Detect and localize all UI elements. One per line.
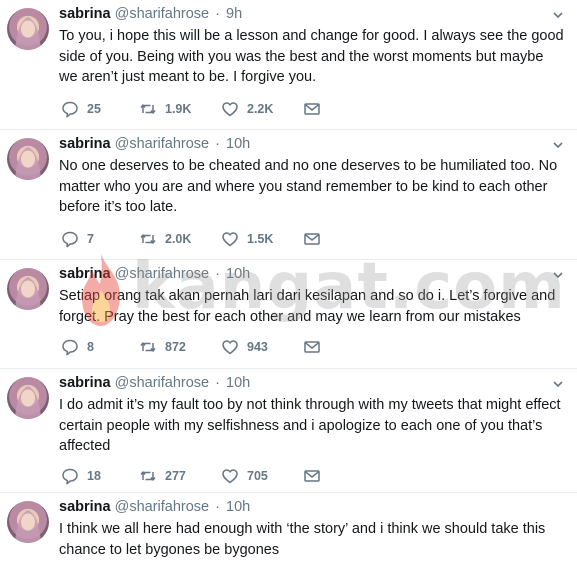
tweet-header: sabrina @sharifahrose · 9h [59, 6, 242, 22]
like-button[interactable]: 2.2K [221, 99, 273, 119]
user-handle[interactable]: @sharifahrose [115, 6, 210, 22]
reply-count: 25 [87, 102, 101, 116]
like-button[interactable]: 943 [221, 337, 268, 357]
tweet-text: I do admit it’s my fault too by not thin… [59, 397, 561, 454]
tweet-actions: 25 1.9K 2.2K [59, 99, 379, 119]
avatar[interactable] [7, 8, 49, 50]
display-name[interactable]: sabrina [59, 499, 111, 515]
chevron-down-icon[interactable] [553, 379, 563, 389]
like-count: 705 [247, 469, 268, 483]
reply-button[interactable]: 8 [61, 337, 94, 357]
like-count: 1.5K [247, 232, 274, 246]
chevron-down-icon[interactable] [553, 140, 563, 150]
heart-icon [222, 469, 238, 484]
heart-icon [222, 232, 238, 247]
tweet[interactable]: sabrina @sharifahrose · 10h I think we al… [0, 493, 577, 563]
tweet[interactable]: sabrina @sharifahrose · 10h Setiap orang … [0, 260, 577, 369]
timestamp[interactable]: 10h [226, 136, 250, 152]
display-name[interactable]: sabrina [59, 375, 111, 391]
avatar[interactable] [7, 268, 49, 310]
tweet-text: No one deserves to be cheated and no one… [59, 158, 558, 215]
user-handle[interactable]: @sharifahrose [115, 499, 210, 515]
retweet-count: 277 [165, 469, 186, 483]
chevron-down-icon[interactable] [553, 10, 563, 20]
timestamp[interactable]: 10h [226, 499, 250, 515]
tweet-actions: 7 2.0K 1.5K [59, 229, 379, 249]
timestamp[interactable]: 9h [226, 6, 242, 22]
tweet-actions: 18 277 705 [59, 466, 379, 486]
tweet-header: sabrina @sharifahrose · 10h [59, 136, 250, 152]
tweet-actions: 8 872 943 [59, 337, 379, 357]
separator: · [215, 499, 220, 515]
envelope-icon[interactable] [303, 467, 321, 485]
envelope-icon[interactable] [303, 230, 321, 248]
reply-icon [62, 101, 78, 118]
retweet-icon [140, 471, 156, 481]
heart-icon [222, 340, 238, 355]
tweet[interactable]: sabrina @sharifahrose · 10h I do admit it… [0, 369, 577, 493]
tweet-text: Setiap orang tak akan pernah lari dari k… [59, 288, 556, 325]
reply-button[interactable]: 25 [61, 99, 101, 119]
like-button[interactable]: 1.5K [221, 229, 273, 249]
envelope-icon[interactable] [303, 100, 321, 118]
tweet-feed: sabrina @sharifahrose · 9h To you, i hope… [0, 0, 577, 563]
tweet-text: To you, i hope this will be a lesson and… [59, 28, 564, 85]
user-handle[interactable]: @sharifahrose [115, 136, 210, 152]
tweet[interactable]: sabrina @sharifahrose · 10h No one deserv… [0, 130, 577, 260]
reply-count: 7 [87, 232, 94, 246]
separator: · [215, 375, 220, 391]
retweet-count: 872 [165, 340, 186, 354]
retweet-button[interactable]: 2.0K [139, 229, 191, 249]
separator: · [215, 136, 220, 152]
tweet[interactable]: sabrina @sharifahrose · 9h To you, i hope… [0, 0, 577, 130]
reply-button[interactable]: 7 [61, 229, 94, 249]
retweet-icon [140, 342, 156, 352]
retweet-button[interactable]: 1.9K [139, 99, 191, 119]
retweet-button[interactable]: 872 [139, 337, 186, 357]
tweet-header: sabrina @sharifahrose · 10h [59, 266, 250, 282]
display-name[interactable]: sabrina [59, 6, 111, 22]
reply-icon [62, 339, 78, 356]
like-count: 2.2K [247, 102, 274, 116]
user-handle[interactable]: @sharifahrose [115, 266, 210, 282]
retweet-button[interactable]: 277 [139, 466, 186, 486]
user-handle[interactable]: @sharifahrose [115, 375, 210, 391]
separator: · [215, 6, 220, 22]
reply-icon [62, 231, 78, 248]
retweet-icon [140, 234, 156, 244]
reply-button[interactable]: 18 [61, 466, 101, 486]
tweet-header: sabrina @sharifahrose · 10h [59, 375, 250, 391]
reply-count: 8 [87, 340, 94, 354]
timestamp[interactable]: 10h [226, 375, 250, 391]
like-button[interactable]: 705 [221, 466, 268, 486]
display-name[interactable]: sabrina [59, 266, 111, 282]
retweet-icon [140, 104, 156, 114]
tweet-header: sabrina @sharifahrose · 10h [59, 499, 250, 515]
envelope-icon[interactable] [303, 338, 321, 356]
like-count: 943 [247, 340, 268, 354]
heart-icon [222, 102, 238, 117]
tweet-text: I think we all here had enough with ‘the… [59, 521, 546, 558]
retweet-count: 1.9K [165, 102, 192, 116]
display-name[interactable]: sabrina [59, 136, 111, 152]
avatar[interactable] [7, 501, 49, 543]
avatar[interactable] [7, 377, 49, 419]
separator: · [215, 266, 220, 282]
reply-icon [62, 468, 78, 485]
timestamp[interactable]: 10h [226, 266, 250, 282]
reply-count: 18 [87, 469, 101, 483]
avatar[interactable] [7, 138, 49, 180]
chevron-down-icon[interactable] [553, 270, 563, 280]
retweet-count: 2.0K [165, 232, 192, 246]
